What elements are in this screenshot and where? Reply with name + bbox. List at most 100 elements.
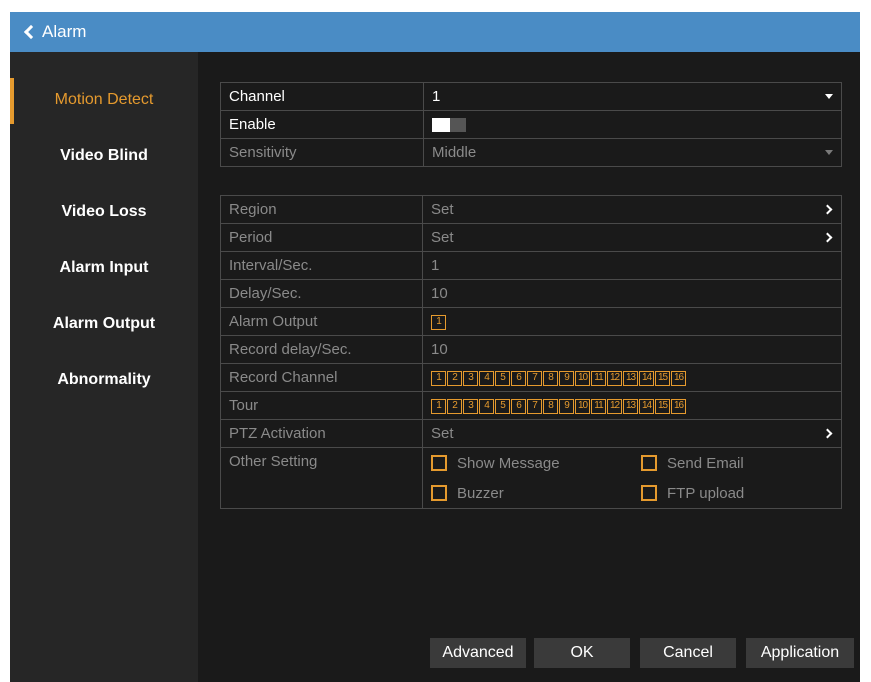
sidebar-item-video-blind[interactable]: Video Blind xyxy=(10,128,198,184)
delay-input[interactable]: 10 xyxy=(422,279,842,308)
advanced-button[interactable]: Advanced xyxy=(430,638,526,668)
tour-checkbox[interactable]: 14 xyxy=(639,398,654,414)
sidebar-item-motion-detect[interactable]: Motion Detect xyxy=(10,72,198,128)
record-channel-checkbox[interactable]: 2 xyxy=(447,370,462,386)
ptz-label: PTZ Activation xyxy=(220,419,423,448)
record-delay-input[interactable]: 10 xyxy=(422,335,842,364)
tour-checkbox[interactable]: 15 xyxy=(655,398,670,414)
chevron-right-icon xyxy=(822,232,833,243)
record-channel-checkbox[interactable]: 12 xyxy=(607,370,622,386)
sidebar-item-alarm-input[interactable]: Alarm Input xyxy=(10,240,198,296)
sidebar: Motion Detect Video Blind Video Loss Ala… xyxy=(10,52,198,682)
basic-settings-table: Channel 1 Enable Sensitivity Middle xyxy=(220,82,842,167)
tour-label: Tour xyxy=(220,391,423,420)
tour-checkbox[interactable]: 2 xyxy=(447,398,462,414)
ftp-upload-label: FTP upload xyxy=(667,484,745,502)
record-channel-cell: 1 2 3 4 5 6 7 8 9 10 11 12 13 14 15 16 xyxy=(422,363,842,392)
record-channel-checkbox[interactable]: 3 xyxy=(463,370,478,386)
other-setting-options: Show Message Send Email Buzzer FTP uploa… xyxy=(422,447,842,509)
period-set-button[interactable]: Set xyxy=(422,223,842,252)
sensitivity-select[interactable]: Middle xyxy=(423,138,842,167)
main-content: Channel 1 Enable Sensitivity Middle Regi… xyxy=(198,52,860,682)
tour-checkbox[interactable]: 6 xyxy=(511,398,526,414)
alarm-output-checkbox[interactable]: 1 xyxy=(431,314,446,330)
tour-checkbox[interactable]: 7 xyxy=(527,398,542,414)
record-channel-checkbox[interactable]: 16 xyxy=(671,370,686,386)
alarm-output-cell: 1 xyxy=(422,307,842,336)
sidebar-item-alarm-output[interactable]: Alarm Output xyxy=(10,296,198,352)
record-channel-checkbox[interactable]: 11 xyxy=(591,370,606,386)
back-button[interactable]: Alarm xyxy=(10,12,860,52)
chevron-right-icon xyxy=(822,204,833,215)
ftp-upload-checkbox[interactable]: FTP upload xyxy=(641,478,841,508)
cancel-button[interactable]: Cancel xyxy=(640,638,736,668)
chevron-left-icon xyxy=(23,24,39,40)
ok-button[interactable]: OK xyxy=(534,638,630,668)
tour-checkbox[interactable]: 13 xyxy=(623,398,638,414)
record-channel-checkbox[interactable]: 15 xyxy=(655,370,670,386)
record-channel-checkbox[interactable]: 5 xyxy=(495,370,510,386)
channel-select[interactable]: 1 xyxy=(423,82,842,111)
enable-cell xyxy=(423,110,842,139)
ptz-row: PTZ Activation Set xyxy=(220,419,842,448)
interval-input[interactable]: 1 xyxy=(422,251,842,280)
tour-checkbox[interactable]: 4 xyxy=(479,398,494,414)
record-channel-checkbox[interactable]: 10 xyxy=(575,370,590,386)
tour-checkbox[interactable]: 8 xyxy=(543,398,558,414)
sidebar-item-abnormality[interactable]: Abnormality xyxy=(10,352,198,408)
period-label: Period xyxy=(220,223,423,252)
other-setting-row: Other Setting Show Message Send Email Bu… xyxy=(220,447,842,509)
tour-row: Tour 1 2 3 4 5 6 7 8 9 10 11 12 13 14 15 16 xyxy=(220,391,842,420)
alarm-window: Alarm Motion Detect Video Blind Video Lo… xyxy=(10,12,860,682)
show-message-checkbox[interactable]: Show Message xyxy=(431,448,631,478)
dropdown-caret-icon xyxy=(825,94,833,99)
sidebar-item-label: Alarm Input xyxy=(59,259,149,276)
tour-checkbox[interactable]: 5 xyxy=(495,398,510,414)
checkbox-icon xyxy=(431,455,447,471)
delay-row: Delay/Sec. 10 xyxy=(220,279,842,308)
channel-row: Channel 1 xyxy=(220,82,842,111)
record-channel-checkbox[interactable]: 7 xyxy=(527,370,542,386)
alarm-output-row: Alarm Output 1 xyxy=(220,307,842,336)
application-button[interactable]: Application xyxy=(746,638,854,668)
interval-label: Interval/Sec. xyxy=(220,251,423,280)
region-row: Region Set xyxy=(220,195,842,224)
record-channel-checkbox[interactable]: 6 xyxy=(511,370,526,386)
sidebar-item-label: Alarm Output xyxy=(52,315,156,332)
record-channel-label: Record Channel xyxy=(220,363,423,392)
interval-row: Interval/Sec. 1 xyxy=(220,251,842,280)
sidebar-item-video-loss[interactable]: Video Loss xyxy=(10,184,198,240)
record-channel-checkbox[interactable]: 13 xyxy=(623,370,638,386)
record-channel-checkbox[interactable]: 4 xyxy=(479,370,494,386)
record-channel-checkbox[interactable]: 1 xyxy=(431,370,446,386)
tour-cell: 1 2 3 4 5 6 7 8 9 10 11 12 13 14 15 16 xyxy=(422,391,842,420)
window-title: Alarm xyxy=(42,22,87,41)
tour-checkbox[interactable]: 3 xyxy=(463,398,478,414)
channel-label: Channel xyxy=(220,82,424,111)
tour-checkbox[interactable]: 16 xyxy=(671,398,686,414)
dropdown-caret-icon xyxy=(825,150,833,155)
checkbox-icon xyxy=(431,485,447,501)
tour-checkbox[interactable]: 9 xyxy=(559,398,574,414)
ptz-set-button[interactable]: Set xyxy=(422,419,842,448)
record-delay-row: Record delay/Sec. 10 xyxy=(220,335,842,364)
period-row: Period Set xyxy=(220,223,842,252)
region-set-button[interactable]: Set xyxy=(422,195,842,224)
enable-toggle[interactable] xyxy=(432,118,466,133)
ptz-value: Set xyxy=(431,425,454,442)
record-channel-checkbox[interactable]: 14 xyxy=(639,370,654,386)
record-channel-checkbox[interactable]: 8 xyxy=(543,370,558,386)
tour-checkbox[interactable]: 10 xyxy=(575,398,590,414)
tour-checkbox[interactable]: 12 xyxy=(607,398,622,414)
record-channel-checkbox[interactable]: 9 xyxy=(559,370,574,386)
tour-checkbox[interactable]: 1 xyxy=(431,398,446,414)
send-email-checkbox[interactable]: Send Email xyxy=(641,448,841,478)
region-label: Region xyxy=(220,195,423,224)
tour-checkbox[interactable]: 11 xyxy=(591,398,606,414)
chevron-right-icon xyxy=(822,428,833,439)
send-email-label: Send Email xyxy=(667,454,744,472)
buzzer-checkbox[interactable]: Buzzer xyxy=(431,478,631,508)
other-setting-label: Other Setting xyxy=(220,447,423,509)
record-channel-row: Record Channel 1 2 3 4 5 6 7 8 9 10 11 12 13 14 15 16 xyxy=(220,363,842,392)
sensitivity-label: Sensitivity xyxy=(220,138,424,167)
